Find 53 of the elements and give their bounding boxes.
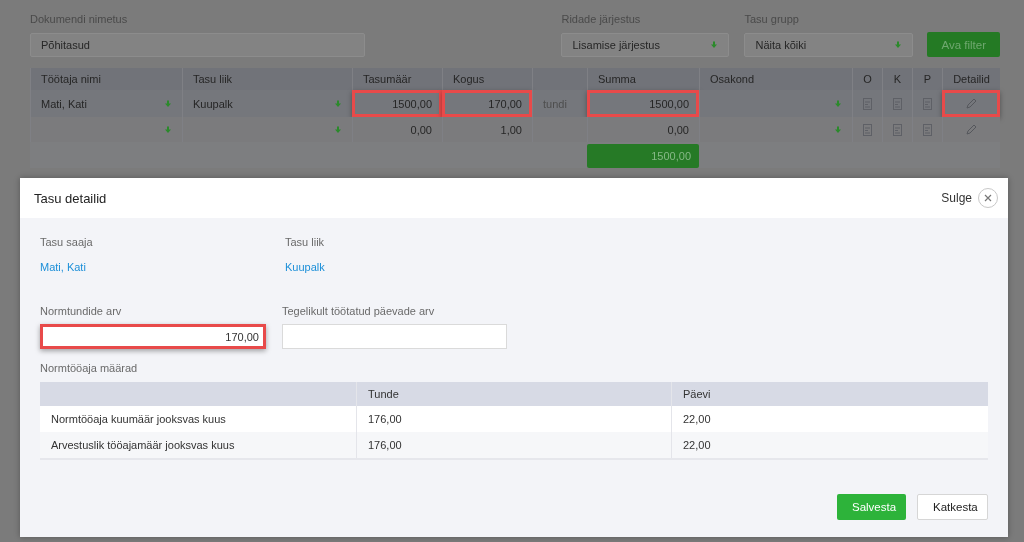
- dropdown-arrow-icon: [710, 41, 719, 49]
- column-header: [532, 68, 587, 90]
- column-header: Osakond: [699, 68, 852, 90]
- dropdown-cell[interactable]: Mati, Kati: [30, 90, 182, 117]
- document-icon[interactable]: [923, 123, 932, 136]
- pencil-icon[interactable]: [966, 98, 977, 109]
- table-cell-text: Arvestuslik tööajamäär jooksvas kuus: [50, 438, 236, 453]
- dropdown-arrow-icon: [834, 99, 842, 108]
- table-cell[interactable]: 170,00: [442, 90, 532, 117]
- dropdown-field[interactable]: Näita kõiki: [744, 33, 914, 57]
- recipient-link[interactable]: Mati, Kati: [40, 261, 269, 273]
- dialog-title: Tasu detailid: [34, 190, 107, 206]
- dropdown-field[interactable]: Lisamise järjestus: [561, 33, 730, 57]
- field-label: Tegelikult töötatud päevade arv: [282, 305, 436, 317]
- close-icon[interactable]: [978, 188, 998, 208]
- field-label: Tasu saaja: [40, 236, 94, 248]
- section-label: Normtööaja määrad: [40, 362, 139, 374]
- column-header: Tasumäär: [352, 68, 442, 90]
- input-field[interactable]: [282, 324, 507, 349]
- document-icon[interactable]: [863, 123, 872, 136]
- dropdown-arrow-icon: [164, 125, 172, 134]
- dropdown-arrow-icon: [834, 125, 842, 134]
- dropdown-arrow-icon: [164, 99, 172, 108]
- column-header: Töötaja nimi: [30, 68, 182, 90]
- total-cell: 1500,00: [587, 144, 699, 168]
- input-field[interactable]: 170,00: [40, 324, 266, 349]
- column-header: Kogus: [442, 68, 532, 90]
- field-label: Normtundide arv: [40, 305, 123, 317]
- document-icon[interactable]: [893, 123, 902, 136]
- column-header: Detailid: [942, 68, 1000, 90]
- table-cell: 176,00: [356, 432, 671, 458]
- dropdown-cell[interactable]: Kuupalk: [182, 90, 352, 117]
- pencil-icon[interactable]: [966, 124, 977, 135]
- field-label: Tasu liik: [285, 236, 325, 248]
- column-header: P: [912, 68, 942, 90]
- text-field[interactable]: Põhitasud: [30, 33, 365, 57]
- column-header: Tasu liik: [182, 68, 352, 90]
- dropdown-arrow-icon: [894, 41, 903, 49]
- cancel-button[interactable]: Katkesta: [917, 494, 988, 520]
- pay-type-link[interactable]: Kuupalk: [285, 261, 325, 273]
- dropdown-arrow-icon: [334, 125, 342, 134]
- column-header: Summa: [587, 68, 699, 90]
- table-cell[interactable]: 1500,00: [352, 90, 442, 117]
- table-cell[interactable]: 1500,00: [587, 90, 699, 117]
- close-label[interactable]: Sulge: [941, 191, 972, 205]
- table-cell: 22,00: [671, 432, 988, 458]
- dropdown-cell[interactable]: [699, 90, 852, 117]
- dropdown-arrow-icon: [334, 99, 342, 108]
- save-button[interactable]: Salvesta: [837, 494, 906, 520]
- column-header: K: [882, 68, 912, 90]
- filter-button[interactable]: Ava filter: [927, 32, 1000, 57]
- column-header: O: [852, 68, 882, 90]
- table-cell-text: Normtööaja kuumäär jooksvas kuus: [50, 412, 227, 427]
